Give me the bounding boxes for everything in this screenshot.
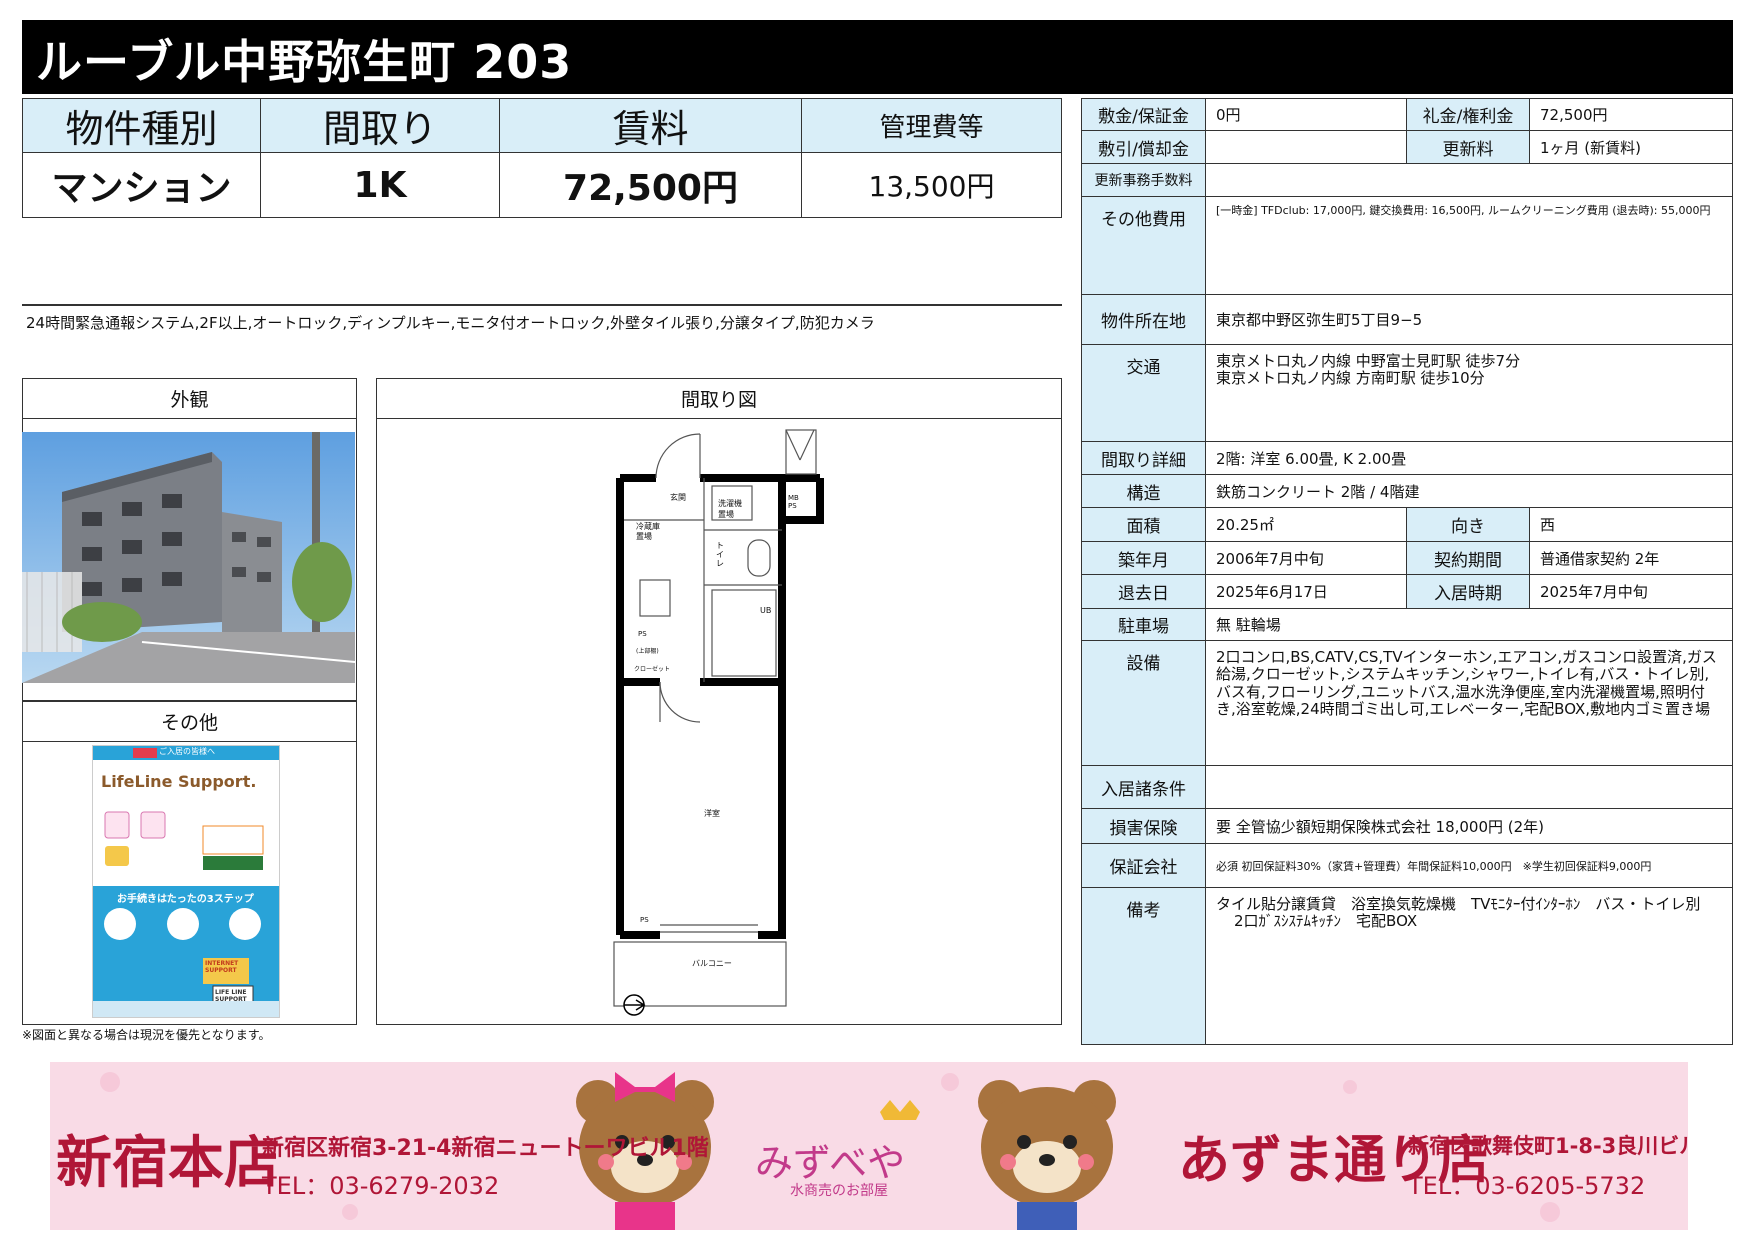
row-transport: 交通 東京メトロ丸ノ内線 中野富士見町駅 徒歩7分 東京メトロ丸ノ内線 方南町駅… — [1082, 345, 1732, 442]
row-shikibiki: 敷引/償却金 更新料 1ヶ月 (新賃料) — [1082, 131, 1732, 164]
flyer-steps: お手続きはたったの3ステップ — [117, 894, 254, 905]
banner-logo: みずべや — [755, 1141, 906, 1185]
row-insurance: 損害保険 要 全管協少額短期保険株式会社 18,000円 (2年) — [1082, 809, 1732, 844]
flyer-lifeline: LIFE LINE SUPPORT — [215, 989, 247, 1003]
fp-ps: PS — [638, 630, 647, 638]
title-bar: ルーブル中野弥生町 203 — [22, 20, 1733, 94]
bear-mascot-right — [978, 1080, 1116, 1230]
store2-tel: TEL：03-6205-5732 — [1408, 1172, 1646, 1200]
store1-tel: TEL：03-6279-2032 — [262, 1172, 500, 1200]
fp-closet: クローゼット — [634, 666, 671, 673]
details-table: 敷金/保証金 0円 礼金/権利金 72,500円 敷引/償却金 更新料 1ヶ月 … — [1081, 98, 1733, 1045]
flyer-brand: LifeLine Support. — [101, 772, 257, 791]
store1-address: 新宿区新宿3-21-4新宿ニュートーワビル1階 — [262, 1136, 709, 1161]
fp-room: 洋室 — [704, 809, 720, 818]
fp-ps2: PS — [640, 916, 649, 924]
row-koshin-jimu: 更新事務手数料 — [1082, 164, 1732, 197]
summary-value-layout: 1K — [261, 153, 500, 217]
summary-header-fee: 管理費等 — [802, 99, 1061, 153]
summary-header-rent: 賃料 — [500, 99, 802, 153]
summary-value-fee: 13,500円 — [868, 170, 995, 203]
row-equipment: 設備 2口コンロ,BS,CATV,CS,TVインターホン,エアコン,ガスコンロ設… — [1082, 641, 1732, 766]
summary-header-type: 物件種別 — [23, 99, 261, 153]
row-shikikin: 敷金/保証金 0円 礼金/権利金 72,500円 — [1082, 99, 1732, 131]
row-remarks: 備考 タイル貼分譲賃貸 浴室換気乾燥機 TVﾓﾆﾀｰ付ｲﾝﾀｰﾎﾝ バス・トイレ… — [1082, 888, 1732, 1044]
divider — [22, 304, 1062, 306]
row-address: 物件所在地 東京都中野区弥生町5丁目9−5 — [1082, 295, 1732, 345]
summary-value-type: マンション — [23, 153, 261, 217]
lifeline-flyer: ご入居の皆様へ LifeLine Support. お手続きはたったの3ステップ… — [92, 745, 280, 1018]
other-header: その他 — [23, 702, 356, 742]
row-layout: 間取り詳細 2階: 洋室 6.00畳, K 2.00畳 — [1082, 442, 1732, 475]
row-built: 築年月 2006年7月中旬 契約期間 普通借家契約 2年 — [1082, 542, 1732, 575]
store2-address: 新宿区歌舞伎町1-8-3良川ビル2階 — [1408, 1134, 1688, 1158]
fp-balcony: バルコニー — [692, 959, 732, 968]
fp-toilet: トイレ — [716, 541, 724, 568]
disclaimer-note: ※図面と異なる場合は現況を優先となります。 — [22, 1028, 271, 1042]
summary-table: 物件種別 間取り 賃料 管理費等 マンション 1K 72,500円 13,500… — [22, 98, 1062, 218]
fp-mb: MB PS — [788, 494, 799, 510]
floorplan-drawing: 玄関 洗濯機置場 MB PS 冷蔵庫置場 トイレ UB PS (上部棚) クロー… — [600, 420, 840, 1020]
fp-entrance: 玄関 — [670, 493, 686, 502]
fp-cabinet: (上部棚) — [636, 648, 659, 655]
summary-value-rent: 72,500円 — [500, 153, 802, 217]
flyer-internet: INTERNET SUPPORT — [205, 960, 239, 974]
row-parking: 駐車場 無 駐輪場 — [1082, 609, 1732, 641]
remarks-line-1: タイル貼分譲賃貸 浴室換気乾燥機 TVﾓﾆﾀｰ付ｲﾝﾀｰﾎﾝ バス・トイレ別 — [1216, 895, 1701, 913]
fp-ub: UB — [760, 606, 772, 615]
property-title: ルーブル中野弥生町 203 — [36, 35, 573, 89]
store1-name: 新宿本店 — [56, 1131, 280, 1196]
row-vacate: 退去日 2025年6月17日 入居時期 2025年7月中旬 — [1082, 575, 1732, 609]
row-guarantor: 保証会社 必須 初回保証料30%（家賃+管理費）年間保証料10,000円 ※学生… — [1082, 844, 1732, 888]
row-area: 面積 20.25㎡ 向き 西 — [1082, 508, 1732, 542]
store-banner: 新宿本店 新宿区新宿3-21-4新宿ニュートーワビル1階 TEL：03-6279… — [50, 1062, 1688, 1230]
exterior-header: 外観 — [23, 379, 356, 419]
banner-logo-sub: 水商売のお部屋 — [790, 1183, 888, 1199]
fp-washer: 洗濯機置場 — [718, 499, 742, 520]
flyer-notice: ご入居の皆様へ — [159, 747, 215, 756]
row-conditions: 入居諸条件 — [1082, 766, 1732, 809]
summary-header-layout: 間取り — [261, 99, 500, 153]
remarks-line-2: 2口ｶﾞｽｼｽﾃﾑｷｯﾁﾝ 宅配BOX — [1234, 912, 1418, 931]
row-structure: 構造 鉄筋コンクリート 2階 / 4階建 — [1082, 475, 1732, 508]
row-sonota: その他費用 [一時金] TFDclub: 17,000円, 鍵交換費用: 16,… — [1082, 197, 1732, 295]
fp-fridge: 冷蔵庫置場 — [636, 522, 660, 542]
floorplan-header: 間取り図 — [377, 379, 1061, 419]
transport-line-2: 東京メトロ丸ノ内線 方南町駅 徒歩10分 — [1216, 369, 1485, 388]
features-text: 24時間緊急通報システム,2F以上,オートロック,ディンプルキー,モニタ付オート… — [26, 314, 875, 332]
transport-line-1: 東京メトロ丸ノ内線 中野富士見町駅 徒歩7分 — [1216, 352, 1521, 370]
exterior-photo — [22, 432, 355, 683]
